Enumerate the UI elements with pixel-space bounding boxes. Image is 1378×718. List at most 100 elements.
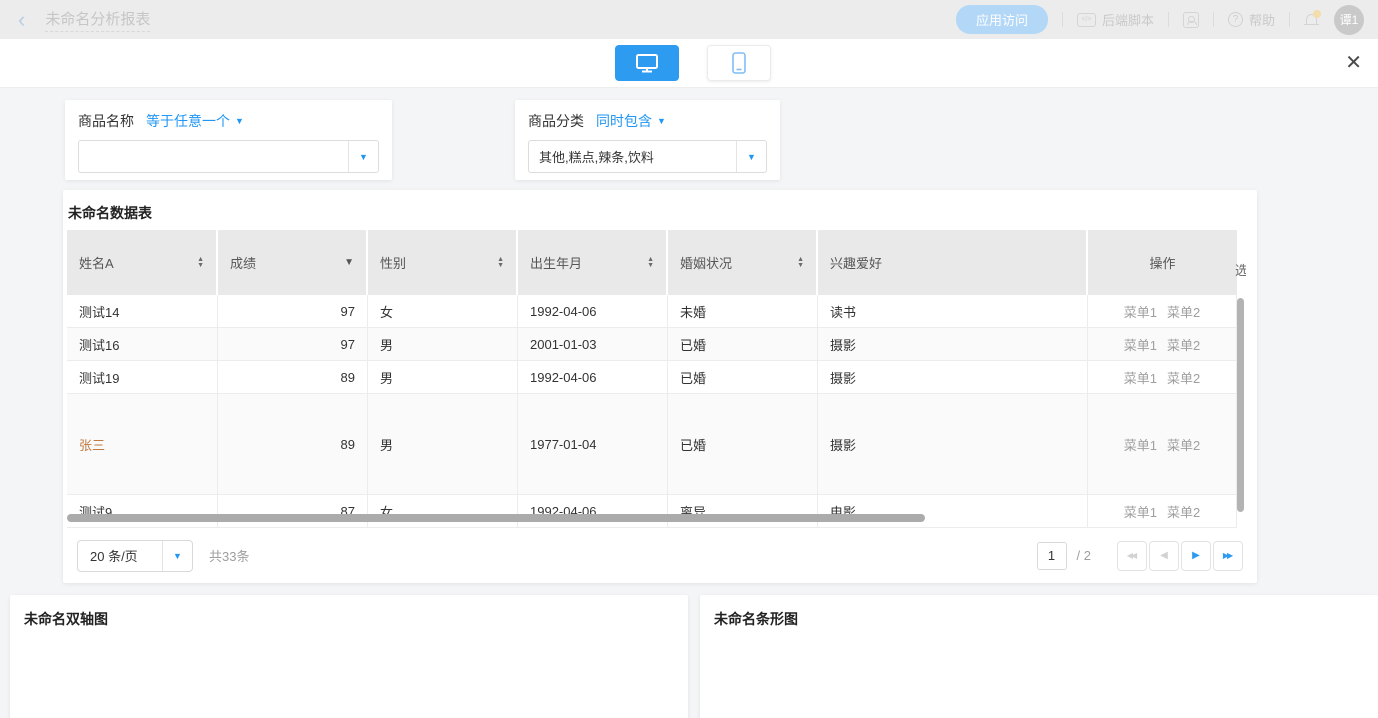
page-size-select[interactable]: 20 条/页 ▼	[77, 540, 193, 572]
prev-page-icon: ◀	[1160, 550, 1168, 561]
row-action-link[interactable]: 菜单2	[1167, 302, 1200, 321]
report-canvas: 商品名称 等于任意一个 ▼ ▼ 商品分类 同时包含 ▼ 其他,糕点,辣条,饮料	[0, 88, 1378, 718]
column-header[interactable]: 婚姻状况▲▼	[668, 230, 816, 295]
help-button[interactable]: ? 帮助	[1228, 10, 1275, 29]
first-page-button[interactable]: ◀◀	[1117, 541, 1147, 571]
filter-operator-link[interactable]: 等于任意一个	[146, 111, 230, 131]
row-action-link[interactable]: 菜单2	[1167, 502, 1200, 521]
sort-icon[interactable]: ▲▼	[197, 257, 204, 269]
actions-cell: 菜单1 菜单2	[1088, 495, 1237, 527]
page-nav-buttons: ◀◀ ◀ ▶ ▶▶	[1117, 541, 1243, 571]
row-action-link[interactable]: 菜单2	[1167, 435, 1200, 454]
table-cell: 电影	[818, 495, 1088, 527]
code-icon: </>	[1077, 13, 1096, 27]
divider	[1213, 12, 1214, 27]
horizontal-scrollbar[interactable]	[67, 514, 925, 522]
table-row[interactable]: 测试1497女1992-04-06未婚读书菜单1菜单2	[67, 295, 1237, 328]
column-header[interactable]: 性别▲▼	[368, 230, 516, 295]
table-cell: 测试9	[67, 495, 218, 527]
row-action-link[interactable]: 菜单1	[1124, 435, 1157, 454]
filter-card-product-category: 商品分类 同时包含 ▼ 其他,糕点,辣条,饮料 ▼	[515, 100, 780, 180]
column-label: 性别	[380, 253, 497, 272]
sort-icon[interactable]: ▲▼	[647, 257, 654, 269]
table-cell: 女	[368, 495, 518, 527]
table-cell: 已婚	[668, 394, 818, 494]
actions-cell: 菜单1 菜单2	[1088, 295, 1237, 327]
header-actions: 应用访问 </> 后端脚本 ? 帮助 谭1	[956, 0, 1364, 39]
table-row[interactable]: 测试1697男2001-01-03已婚摄影菜单1菜单2	[67, 328, 1237, 361]
caret-down-icon: ▼	[747, 152, 756, 162]
phone-icon	[731, 51, 747, 75]
notification-bell-icon[interactable]	[1304, 12, 1320, 28]
filter-value-select[interactable]: ▼	[78, 140, 379, 173]
select-caret-box[interactable]: ▼	[162, 541, 192, 571]
table-cell: 男	[368, 361, 518, 393]
total-count: 共33条	[209, 546, 249, 565]
table-cell: 读书	[818, 295, 1088, 327]
column-header[interactable]: 成绩▼	[218, 230, 366, 295]
preview-toolbar: ✕	[0, 39, 1378, 88]
back-icon[interactable]: ‹	[18, 10, 25, 30]
select-caret-box[interactable]: ▼	[348, 141, 378, 172]
table-cell: 1992-04-06	[518, 361, 668, 393]
prev-page-button[interactable]: ◀	[1149, 541, 1179, 571]
report-title[interactable]: 未命名分析报表	[45, 8, 150, 32]
backend-script-label: 后端脚本	[1102, 10, 1154, 29]
column-label: 姓名A	[79, 253, 197, 272]
table-row[interactable]: 张三89男1977-01-04已婚摄影菜单1菜单2	[67, 394, 1237, 495]
sort-icon[interactable]: ▲▼	[797, 257, 804, 269]
column-label: 成绩	[230, 253, 344, 272]
table-row[interactable]: 测试1989男1992-04-06已婚摄影菜单1菜单2	[67, 361, 1237, 394]
avatar[interactable]: 谭1	[1334, 5, 1364, 35]
table-cell: 男	[368, 328, 518, 360]
actions-cell: 菜单1 菜单2	[1088, 394, 1237, 494]
mobile-toggle-button[interactable]	[707, 45, 771, 81]
row-action-link[interactable]: 菜单1	[1124, 335, 1157, 354]
table-cell: 2001-01-03	[518, 328, 668, 360]
table-cell: 1977-01-04	[518, 394, 668, 494]
app-access-button[interactable]: 应用访问	[956, 5, 1048, 34]
pager: / 2 ◀◀ ◀ ▶ ▶▶	[1037, 541, 1243, 571]
select-caret-box[interactable]: ▼	[736, 141, 766, 172]
filter-value-select[interactable]: 其他,糕点,辣条,饮料 ▼	[528, 140, 767, 173]
backend-script-button[interactable]: </> 后端脚本	[1077, 10, 1154, 29]
notification-dot	[1313, 10, 1321, 18]
page-number-input[interactable]	[1037, 542, 1067, 570]
row-action-link[interactable]: 菜单1	[1124, 502, 1157, 521]
table-cell: 离异	[668, 495, 818, 527]
close-icon[interactable]: ✕	[1345, 51, 1362, 75]
column-header[interactable]: 操作	[1088, 230, 1237, 295]
row-action-link[interactable]: 菜单2	[1167, 335, 1200, 354]
dual-axis-chart-card[interactable]: 未命名双轴图	[10, 595, 688, 718]
record-link[interactable]: 张三	[79, 435, 105, 454]
sort-desc-icon[interactable]: ▼	[344, 257, 354, 268]
column-header[interactable]: 出生年月▲▼	[518, 230, 666, 295]
filter-value	[79, 141, 348, 172]
contact-button[interactable]	[1183, 12, 1199, 28]
column-header[interactable]: 兴趣爱好	[818, 230, 1086, 295]
row-action-link[interactable]: 菜单1	[1124, 302, 1157, 321]
filter-card-product-name: 商品名称 等于任意一个 ▼ ▼	[65, 100, 392, 180]
next-page-icon: ▶	[1192, 550, 1200, 561]
sort-icon[interactable]: ▲▼	[497, 257, 504, 269]
caret-down-icon[interactable]: ▼	[657, 116, 666, 126]
table-row[interactable]: 测试987女1992-04-06离异电影菜单1菜单2	[67, 495, 1237, 528]
table-cell: 摄影	[818, 328, 1088, 360]
row-action-link[interactable]: 菜单1	[1124, 368, 1157, 387]
bar-chart-card[interactable]: 未命名条形图	[700, 595, 1378, 718]
row-action-link[interactable]: 菜单2	[1167, 368, 1200, 387]
caret-down-icon[interactable]: ▼	[235, 116, 244, 126]
column-label: 婚姻状况	[680, 253, 797, 272]
table-cell: 未婚	[668, 295, 818, 327]
device-toggle-group	[615, 45, 771, 81]
data-table-card: 未命名数据表 姓名A▲▼成绩▼性别▲▼出生年月▲▼婚姻状况▲▼兴趣爱好操作 选 …	[63, 190, 1257, 583]
desktop-toggle-button[interactable]	[615, 45, 679, 81]
help-label: 帮助	[1249, 10, 1275, 29]
caret-down-icon: ▼	[359, 152, 368, 162]
column-header[interactable]: 姓名A▲▼	[67, 230, 216, 295]
filter-operator-link[interactable]: 同时包含	[596, 111, 652, 131]
last-page-button[interactable]: ▶▶	[1213, 541, 1243, 571]
table-cell: 测试19	[67, 361, 218, 393]
next-page-button[interactable]: ▶	[1181, 541, 1211, 571]
vertical-scrollbar[interactable]	[1237, 298, 1244, 512]
